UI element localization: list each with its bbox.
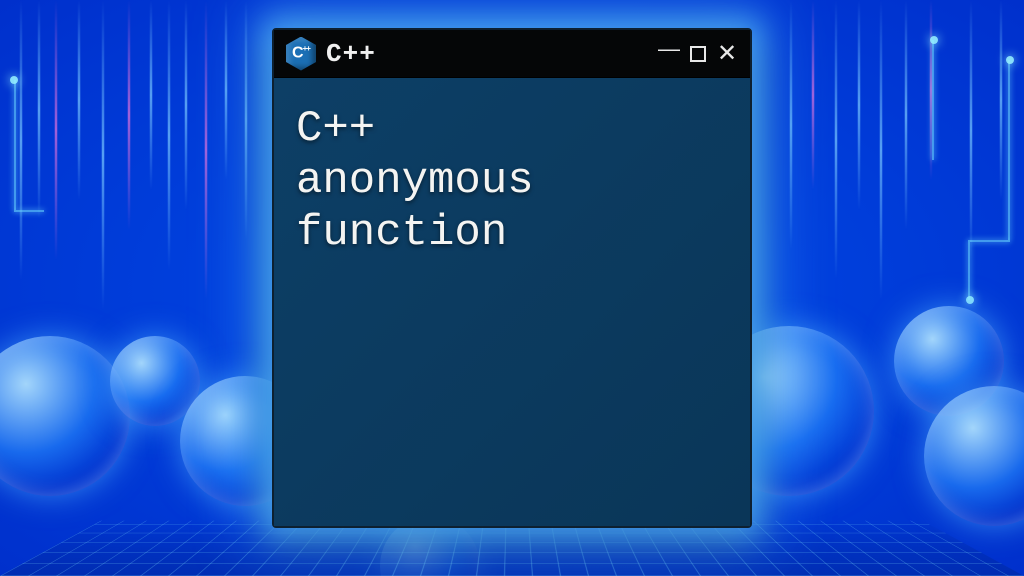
- stream-line: [38, 0, 40, 220]
- stream-line: [205, 0, 207, 300]
- stream-line: [102, 0, 104, 310]
- stream-line: [128, 0, 130, 230]
- stream-line: [225, 0, 227, 180]
- circuit-node: [1006, 56, 1014, 64]
- stream-line: [835, 0, 837, 280]
- app-window: C++ C++ — ✕ C++ anonymous function: [272, 28, 752, 528]
- stream-line: [20, 0, 22, 280]
- circuit-node: [930, 36, 938, 44]
- window-title: C++: [326, 39, 648, 69]
- stream-line: [245, 0, 247, 240]
- stream-line: [185, 0, 187, 210]
- logo-letter: C: [292, 45, 303, 62]
- stream-line: [150, 0, 152, 190]
- circuit-trace: [14, 210, 44, 212]
- stream-line: [970, 0, 972, 260]
- stream-line: [905, 0, 907, 230]
- window-controls: — ✕: [658, 42, 738, 66]
- stream-line: [812, 0, 814, 190]
- content-text: C++ anonymous function: [296, 104, 728, 260]
- stream-line: [1000, 0, 1002, 200]
- stream-line: [168, 0, 170, 270]
- stream-line: [858, 0, 860, 210]
- circuit-trace: [968, 240, 970, 300]
- window-titlebar[interactable]: C++ C++ — ✕: [274, 30, 750, 78]
- stream-line: [790, 0, 792, 250]
- circuit-trace: [970, 240, 1010, 242]
- stream-line: [55, 0, 57, 260]
- maximize-button[interactable]: [690, 46, 706, 62]
- window-body: C++ anonymous function: [274, 78, 750, 526]
- minimize-button[interactable]: —: [658, 38, 680, 60]
- circuit-trace: [1008, 60, 1010, 240]
- sphere: [0, 336, 130, 496]
- circuit-node: [966, 296, 974, 304]
- cpp-logo-icon: C++: [286, 37, 316, 71]
- circuit-trace: [14, 80, 16, 210]
- circuit-floor: [0, 521, 1024, 576]
- stream-line: [78, 0, 80, 200]
- stream-line: [880, 0, 882, 300]
- logo-plusplus: ++: [303, 44, 310, 53]
- circuit-node: [10, 76, 18, 84]
- close-button[interactable]: ✕: [716, 42, 738, 66]
- circuit-trace: [932, 40, 934, 160]
